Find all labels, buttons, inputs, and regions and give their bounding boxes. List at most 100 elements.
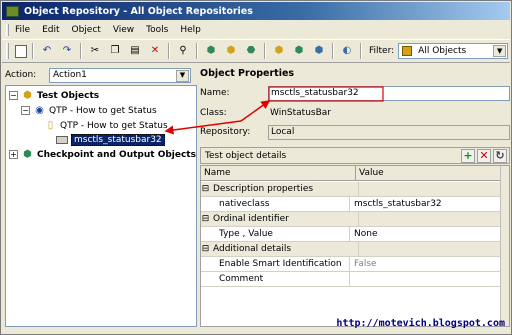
statusbar-icon (56, 135, 68, 144)
collapse-icon[interactable]: ⊟ (201, 182, 210, 196)
undo-icon[interactable]: ↶ (39, 43, 55, 59)
grid-cell-value (359, 182, 499, 196)
find-icon[interactable]: ⚲ (175, 43, 191, 59)
tree-node-test-objects[interactable]: − ⬢ Test Objects (9, 89, 99, 102)
test-objects-icon: ⬢ (23, 90, 32, 101)
vertical-scrollbar[interactable] (500, 166, 509, 326)
grid-cell-value[interactable]: False (350, 257, 490, 271)
name-input[interactable]: msctls_statusbar32 (268, 85, 510, 101)
add-objects-icon[interactable]: ⬢ (203, 43, 219, 59)
grid-group-row[interactable]: ⊟ Description properties (201, 182, 501, 197)
repository-field: Local (268, 124, 510, 140)
grid-cell-name: Type , Value (201, 227, 350, 241)
compare-icon[interactable]: ⬢ (311, 43, 327, 59)
grid-group-row[interactable]: ⊟ Additional details (201, 242, 501, 257)
grid-cell-value[interactable]: msctls_statusbar32 (350, 197, 490, 211)
redo-icon[interactable]: ↷ (59, 43, 75, 59)
grid-cell-value[interactable]: None (350, 227, 490, 241)
column-name-header: Name (201, 166, 356, 180)
grid-row[interactable]: Comment (201, 272, 501, 287)
checkpoint-icon: ⬢ (23, 149, 32, 160)
left-pane: Action: Action1 ▼ − ⬢ Test Objects − ◉ Q… (5, 65, 197, 327)
menu-edit[interactable]: Edit (42, 25, 59, 35)
grid-row[interactable]: Type , Value None (201, 227, 501, 242)
grid-cell-name: Comment (201, 272, 350, 286)
object-tree[interactable]: − ⬢ Test Objects − ◉ QTP - How to get St… (5, 85, 197, 327)
copy-icon[interactable]: ❐ (107, 43, 123, 59)
toolbar-separator (32, 43, 34, 59)
menu-file[interactable]: File (15, 25, 30, 35)
page-icon: ▯ (47, 120, 54, 131)
class-label: Class: (200, 108, 227, 118)
grid-group-row[interactable]: ⊟ Ordinal identifier (201, 212, 501, 227)
filter-value: All Objects (418, 46, 467, 56)
merge-icon[interactable]: ⬢ (291, 43, 307, 59)
menu-bar: File Edit Object View Tools Help (2, 21, 510, 38)
tree-node-statusbar[interactable]: msctls_statusbar32 (56, 133, 165, 146)
repository-row: Repository: Local (200, 124, 510, 140)
add-property-icon[interactable]: + (461, 148, 475, 163)
toolbar-separator (360, 43, 362, 59)
watermark-url: http://motevich.blogspot.com (336, 318, 505, 329)
grid-cell-value[interactable] (350, 272, 490, 286)
locate-icon[interactable]: ⬣ (243, 43, 259, 59)
column-value-header: Value (359, 168, 384, 178)
object-repository-icon (6, 5, 19, 17)
object-properties-icon[interactable] (15, 44, 27, 58)
filter-label: Filter: (369, 46, 395, 56)
tree-node-label: QTP - How to get Status (60, 120, 168, 131)
grid-cell-name: nativeclass (201, 197, 350, 211)
toolbar: ↶ ↷ ✂ ❐ ▤ ✕ ⚲ ⬢ ⬢ ⬣ ⬢ ⬢ ⬢ ◐ Filter: All … (2, 39, 510, 63)
menu-view[interactable]: View (113, 25, 134, 35)
class-value: WinStatusBar (270, 108, 331, 118)
action-select[interactable]: Action1 ▼ (49, 67, 191, 83)
grid-cell-name: Enable Smart Identification (201, 257, 350, 271)
menu-tools[interactable]: Tools (146, 25, 168, 35)
collapse-icon[interactable]: − (21, 106, 30, 115)
grid-header: Name Value (201, 166, 509, 181)
tree-node-label: Checkpoint and Output Objects (37, 149, 196, 160)
collapse-icon[interactable]: ⊟ (201, 212, 210, 226)
menu-help[interactable]: Help (180, 25, 201, 35)
test-object-details-bar: Test object details + ✕ ↻ (200, 147, 510, 164)
tree-node-qtp-page[interactable]: ▯ QTP - How to get Status (44, 119, 168, 132)
action-label: Action: (5, 70, 37, 80)
details-title: Test object details (205, 150, 287, 161)
grid-row[interactable]: Enable Smart Identification False (201, 257, 501, 272)
filter-dropdown[interactable]: All Objects ▼ (398, 43, 509, 59)
collapse-icon[interactable]: ⊟ (201, 242, 210, 256)
toolbar-grip (6, 43, 9, 59)
selected-object-label: msctls_statusbar32 (71, 133, 165, 146)
name-row: Name: msctls_statusbar32 (200, 85, 510, 101)
remove-property-icon[interactable]: ✕ (477, 148, 491, 163)
tree-node-label: Test Objects (37, 90, 100, 101)
toolbar-separator (264, 43, 266, 59)
cut-icon[interactable]: ✂ (87, 43, 103, 59)
menu-object[interactable]: Object (72, 25, 101, 35)
filter-objects-icon (402, 46, 413, 56)
object-spy-icon[interactable]: ◐ (339, 43, 355, 59)
repository-label: Repository: (200, 127, 251, 137)
toolbar-separator (332, 43, 334, 59)
grid-cell-value (359, 212, 499, 226)
chevron-down-icon[interactable]: ▼ (493, 45, 507, 57)
title-bar[interactable]: Object Repository - All Object Repositor… (2, 2, 510, 20)
collapse-icon[interactable]: − (9, 91, 18, 100)
grid-row[interactable]: nativeclass msctls_statusbar32 (201, 197, 501, 212)
tree-node-checkpoints[interactable]: + ⬢ Checkpoint and Output Objects (9, 148, 196, 161)
window-title: Object Repository - All Object Repositor… (24, 5, 253, 17)
delete-icon[interactable]: ✕ (147, 43, 163, 59)
grid-cell-value (359, 242, 499, 256)
browser-icon: ◉ (35, 105, 44, 116)
action-row: Action: Action1 ▼ (5, 67, 197, 83)
properties-grid[interactable]: Name Value ⊟ Description properties nati… (200, 165, 510, 327)
name-label: Name: (200, 88, 230, 98)
refresh-icon[interactable]: ↻ (493, 148, 507, 163)
chevron-down-icon[interactable]: ▼ (176, 69, 189, 82)
update-from-app-icon[interactable]: ⬢ (271, 43, 287, 59)
grid-cell-name: Ordinal identifier (210, 212, 359, 226)
highlight-icon[interactable]: ⬢ (223, 43, 239, 59)
paste-icon[interactable]: ▤ (127, 43, 143, 59)
tree-node-qtp-window[interactable]: − ◉ QTP - How to get Status (21, 104, 157, 117)
expand-icon[interactable]: + (9, 150, 18, 159)
